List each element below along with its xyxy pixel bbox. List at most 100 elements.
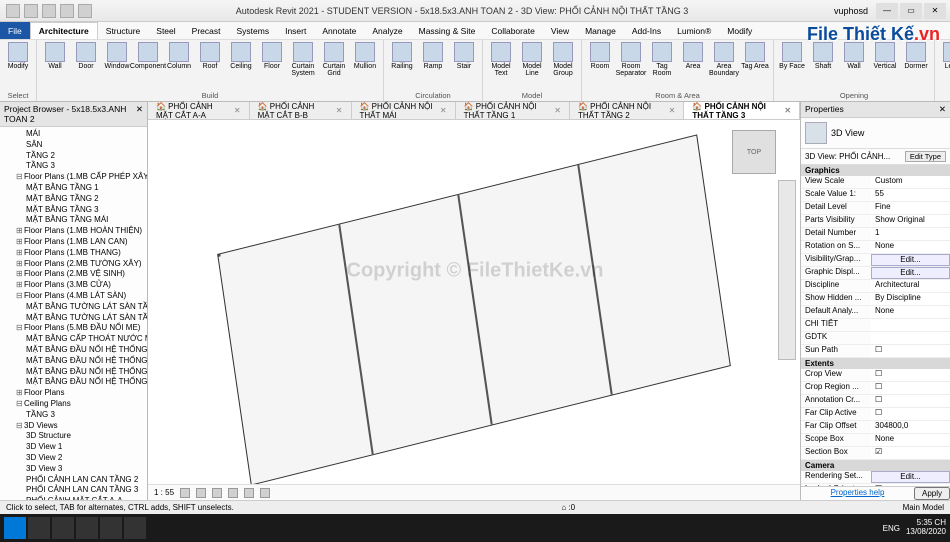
start-button[interactable] [4,517,26,539]
menu-tab-architecture[interactable]: Architecture [30,22,98,39]
menu-tab-lumion[interactable]: Lumion® [669,22,719,39]
tree-node[interactable]: PHỐI CẢNH MẶT CẮT A-A [2,496,145,500]
close-button[interactable]: ✕ [924,3,946,19]
minimize-button[interactable]: — [876,3,898,19]
tree-node[interactable]: 3D View 3 [2,464,145,475]
menu-tab-precast[interactable]: Precast [184,22,229,39]
menu-tab-structure[interactable]: Structure [98,22,149,39]
tree-node[interactable]: ⊟Floor Plans (1.MB CẤP PHÉP XÂY DỰNG) [2,172,145,183]
property-value[interactable]: Fine [871,202,950,214]
ribbon-curtain-grid[interactable]: Curtain Grid [320,42,348,77]
property-category[interactable]: Extents [801,358,950,369]
view-tab[interactable]: 🏠 PHỐI CẢNH MẶT CẮT B-B✕ [250,102,352,119]
search-icon[interactable] [28,517,50,539]
menu-tab-insert[interactable]: Insert [277,22,314,39]
property-value[interactable]: 1 [871,228,950,240]
ribbon-door[interactable]: Door [72,42,100,70]
ribbon-model-line[interactable]: Model Line [518,42,546,77]
ribbon-component[interactable]: Component [134,42,162,70]
view-scale[interactable]: 1 : 55 [154,488,174,497]
tree-node[interactable]: MẶT BẰNG TẦNG 3 [2,205,145,216]
tree-node[interactable]: ⊞Floor Plans (2.MB TƯỜNG XÂY) [2,259,145,270]
drawing-canvas[interactable]: TOP 1 : 55 [148,120,800,500]
property-value[interactable]: Edit... [871,267,950,279]
close-icon[interactable]: ✕ [136,104,143,124]
edit-type-button[interactable]: Edit Type [905,151,946,162]
tree-node[interactable]: MẶT BẰNG TẦNG 1 [2,183,145,194]
property-value[interactable]: ☐ [871,345,950,357]
tab-close-icon[interactable]: ✕ [784,106,791,115]
ribbon-ceiling[interactable]: Ceiling [227,42,255,70]
ribbon-floor[interactable]: Floor [258,42,286,70]
property-value[interactable]: ☐ [871,408,950,420]
ribbon-level[interactable]: Level [939,42,950,70]
tree-node[interactable]: 3D View 2 [2,453,145,464]
ribbon-mullion[interactable]: Mullion [351,42,379,70]
property-value[interactable]: ☐ [871,395,950,407]
property-value[interactable] [871,319,950,331]
property-value[interactable]: 304800,0 [871,421,950,433]
tree-node[interactable]: SÂN [2,140,145,151]
property-value[interactable] [871,332,950,344]
hide-icon[interactable] [260,488,270,498]
language-indicator[interactable]: ENG [883,524,900,533]
explorer-icon[interactable] [76,517,98,539]
tree-node[interactable]: MẶT BẰNG ĐẦU NỐI HỆ THỐNG THO... [2,356,145,367]
properties-list[interactable]: GraphicsView ScaleCustomScale Value 1:55… [801,165,950,486]
view-cube[interactable]: TOP [732,130,776,174]
tree-node[interactable]: ⊞Floor Plans (1.MB LAN CAN) [2,237,145,248]
tree-node[interactable]: ⊟Floor Plans (5.MB ĐẦU NỐI ME) [2,323,145,334]
menu-tab-analyze[interactable]: Analyze [364,22,410,39]
tree-node[interactable]: ⊟Ceiling Plans [2,399,145,410]
view-tab[interactable]: 🏠 PHỐI CẢNH NỘI THẤT TẦNG 1✕ [456,102,570,119]
ribbon-wall[interactable]: Wall [840,42,868,70]
redo-icon[interactable] [78,4,92,18]
view-tab[interactable]: 🏠 PHỐI CẢNH NỘI THẤT TẦNG 3✕ [684,102,800,119]
tree-node[interactable]: 3D Structure [2,431,145,442]
task-view-icon[interactable] [52,517,74,539]
menu-tab-file[interactable]: File [0,22,30,39]
tree-node[interactable]: MẶT BẰNG ĐẦU NỐI HỆ THỐNG THÔI [2,367,145,378]
view-tab[interactable]: 🏠 PHỐI CẢNH NỘI THẤT MÁI✕ [352,102,456,119]
tree-node[interactable]: MẶT BẰNG CẤP THOÁT NƯỚC MÁI [2,334,145,345]
detail-level-icon[interactable] [180,488,190,498]
ribbon-tag-room[interactable]: Tag Room [648,42,676,77]
properties-help-link[interactable]: Properties help [801,487,914,500]
menu-tab-massingsite[interactable]: Massing & Site [411,22,484,39]
browser-icon[interactable] [100,517,122,539]
ribbon-model-text[interactable]: Model Text [487,42,515,77]
shadows-icon[interactable] [228,488,238,498]
revit-icon[interactable] [124,517,146,539]
tree-node[interactable]: MẶT BẰNG ĐẦU NỐI HỆ THỐNG CẤP [2,345,145,356]
tree-node[interactable]: TẦNG 3 [2,161,145,172]
ribbon-curtain-system[interactable]: Curtain System [289,42,317,77]
menu-tab-view[interactable]: View [543,22,577,39]
ribbon-tag-area[interactable]: Tag Area [741,42,769,70]
tree-node[interactable]: PHỐI CẢNH LAN CAN TẦNG 2 [2,475,145,486]
property-value[interactable]: Architectural [871,280,950,292]
tab-close-icon[interactable]: ✕ [234,106,241,115]
tree-node[interactable]: MÁI [2,129,145,140]
undo-icon[interactable] [60,4,74,18]
property-value[interactable]: ☐ [871,369,950,381]
ribbon-model-group[interactable]: Model Group [549,42,577,77]
ribbon-wall[interactable]: Wall [41,42,69,70]
ribbon-roof[interactable]: Roof [196,42,224,70]
visual-style-icon[interactable] [196,488,206,498]
ribbon-stair[interactable]: Stair [450,42,478,70]
tree-node[interactable]: TẦNG 2 [2,151,145,162]
project-tree[interactable]: MÁISÂNTẦNG 2TẦNG 3⊟Floor Plans (1.MB CẤP… [0,127,147,500]
open-icon[interactable] [24,4,38,18]
view-type-label[interactable]: 3D View [831,128,864,138]
ribbon-area-boundary[interactable]: Area Boundary [710,42,738,77]
property-value[interactable]: None [871,306,950,318]
tab-close-icon[interactable]: ✕ [669,106,676,115]
tree-node[interactable]: MẶT BẰNG TẦNG MÁI [2,215,145,226]
ribbon-modify[interactable]: Modify [4,42,32,70]
ribbon-shaft[interactable]: Shaft [809,42,837,70]
ribbon-room[interactable]: Room [586,42,614,70]
property-category[interactable]: Graphics [801,165,950,176]
ribbon-room-separator[interactable]: Room Separator [617,42,645,77]
view-tab[interactable]: 🏠 PHỐI CẢNH MẶT CẮT A-A✕ [148,102,250,119]
tree-node[interactable]: ⊞Floor Plans (3.MB CỬA) [2,280,145,291]
